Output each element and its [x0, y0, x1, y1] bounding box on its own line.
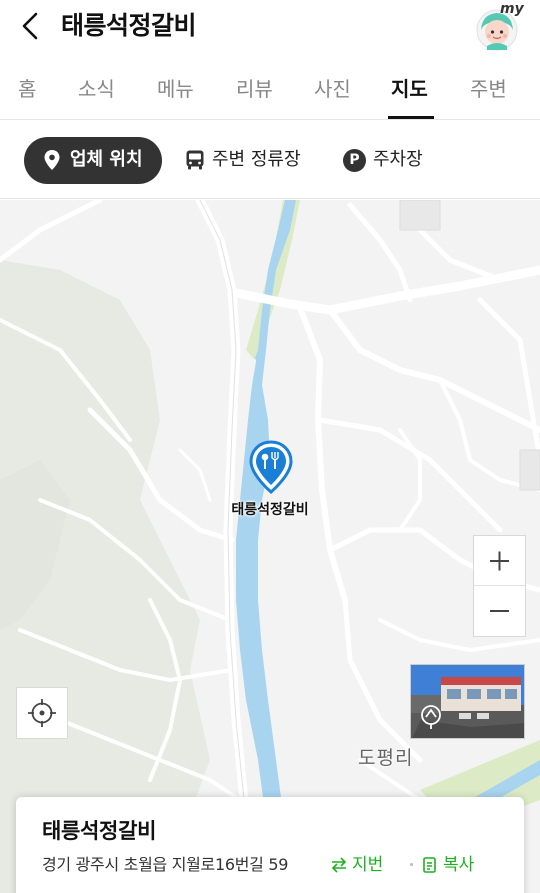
- my-badge: my: [500, 1, 524, 17]
- my-location-button[interactable]: [16, 687, 68, 739]
- location-pin-icon: [44, 150, 60, 170]
- parking-chip[interactable]: P 주차장: [343, 137, 433, 184]
- place-address: 경기 광주시 초월읍 지월로16번길 59: [42, 855, 289, 874]
- place-info-card[interactable]: 태릉석정갈비 경기 광주시 초월읍 지월로16번길 59 지번 복사: [16, 797, 524, 893]
- roadview-thumbnail[interactable]: [410, 664, 525, 739]
- copy-label: 복사: [443, 855, 475, 875]
- tab-menu[interactable]: 메뉴: [157, 74, 194, 104]
- my-profile-button[interactable]: my: [474, 1, 524, 52]
- business-location-chip[interactable]: 업체 위치: [24, 137, 162, 184]
- crosshair-icon: [28, 699, 56, 727]
- copy-icon: [423, 857, 436, 873]
- place-name: 태릉석정갈비: [42, 819, 157, 843]
- plus-icon: [490, 551, 509, 571]
- tab-nearby[interactable]: 주변: [470, 74, 507, 104]
- district-label: 도평리: [358, 747, 414, 769]
- tab-photos[interactable]: 사진: [314, 74, 351, 104]
- tab-map[interactable]: 지도: [391, 74, 428, 104]
- tab-reviews[interactable]: 리뷰: [236, 74, 273, 104]
- zoom-control: [473, 535, 526, 637]
- swap-icon: [331, 857, 347, 873]
- map-canvas: [0, 200, 540, 893]
- page-title: 태릉석정갈비: [61, 11, 197, 40]
- marker-label: 태릉석정갈비: [231, 502, 309, 518]
- business-location-label: 업체 위치: [70, 149, 143, 170]
- tab-bar: 홈 소식 메뉴 리뷰 사진 지도 주변: [0, 60, 540, 120]
- separator-dot: [410, 863, 413, 866]
- zoom-in-button[interactable]: [474, 536, 525, 586]
- nearby-stops-chip[interactable]: 주변 정류장: [184, 137, 309, 184]
- nearby-stops-label: 주변 정류장: [212, 149, 301, 170]
- tab-home[interactable]: 홈: [18, 74, 36, 104]
- zoom-out-button[interactable]: [474, 586, 525, 636]
- map-filter-bar: 업체 위치 주변 정류장 P 주차장: [0, 121, 540, 199]
- parking-icon: P: [343, 149, 366, 172]
- roadview-image: [411, 665, 524, 738]
- parking-label: 주차장: [373, 149, 423, 170]
- restaurant-marker-icon[interactable]: [248, 440, 294, 496]
- chevron-left-icon: [22, 12, 38, 40]
- back-button[interactable]: [14, 8, 50, 44]
- header: 태릉석정갈비 my: [0, 0, 540, 52]
- active-tab-indicator: [388, 116, 434, 119]
- tab-news[interactable]: 소식: [78, 74, 115, 104]
- map-view[interactable]: 태릉석정갈비 도평리: [0, 200, 540, 893]
- jibun-label: 지번: [352, 855, 384, 875]
- minus-icon: [490, 610, 509, 612]
- bus-icon: [186, 150, 204, 170]
